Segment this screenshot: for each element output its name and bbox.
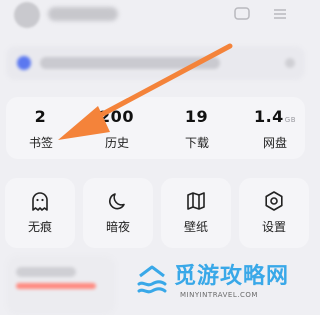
wallpaper-map-icon	[187, 192, 205, 210]
tile-settings[interactable]: 设置	[239, 178, 309, 248]
stat-label: 历史	[104, 136, 129, 150]
stats-card: 2 书签 200 历史 19 下载 1.4GB 网盘	[6, 97, 305, 159]
bottom-card-bar	[16, 283, 96, 289]
watermark-subtitle: MINYINTRAVEL.COM	[180, 291, 258, 299]
tile-label: 暗夜	[105, 220, 130, 234]
stat-label: 书签	[28, 136, 53, 150]
notice-text-placeholder	[40, 57, 220, 69]
menu-icon[interactable]	[270, 4, 290, 24]
header	[0, 0, 311, 36]
stat-downloads[interactable]: 19 下载	[162, 107, 232, 152]
stat-value: 19	[184, 107, 209, 126]
tile-label: 设置	[261, 220, 286, 234]
stat-value: 1.4	[253, 107, 284, 126]
stat-value: 200	[99, 107, 134, 126]
watermark-title: 觅游攻略网	[174, 264, 290, 289]
avatar[interactable]	[14, 2, 40, 28]
bottom-card-title-placeholder	[16, 267, 76, 277]
tile-label: 无痕	[27, 220, 52, 234]
moon-icon	[109, 193, 125, 210]
username-placeholder[interactable]	[48, 7, 118, 21]
tile-incognito[interactable]: 无痕	[5, 178, 75, 248]
stat-label: 网盘	[262, 136, 287, 150]
gear-icon	[265, 191, 283, 211]
watermark-logo-icon	[137, 265, 167, 294]
stat-label: 下载	[184, 136, 209, 150]
bottom-card[interactable]	[6, 255, 116, 315]
ghost-icon	[32, 192, 48, 211]
tile-label: 壁纸	[183, 220, 208, 234]
stat-bookmarks[interactable]: 2 书签	[6, 107, 76, 152]
stat-cloud-drive[interactable]: 1.4GB 网盘	[240, 107, 310, 152]
stat-unit: GB	[284, 116, 297, 124]
message-icon[interactable]	[232, 4, 252, 24]
stat-history[interactable]: 200 历史	[82, 107, 152, 152]
notice-banner[interactable]	[6, 46, 305, 80]
watermark: 觅游攻略网 MINYINTRAVEL.COM	[128, 260, 308, 306]
notice-icon	[17, 56, 31, 70]
stat-value: 2	[34, 107, 47, 126]
notice-close-icon[interactable]	[285, 58, 295, 68]
tile-wallpaper[interactable]: 壁纸	[161, 178, 231, 248]
tile-night-mode[interactable]: 暗夜	[83, 178, 153, 248]
